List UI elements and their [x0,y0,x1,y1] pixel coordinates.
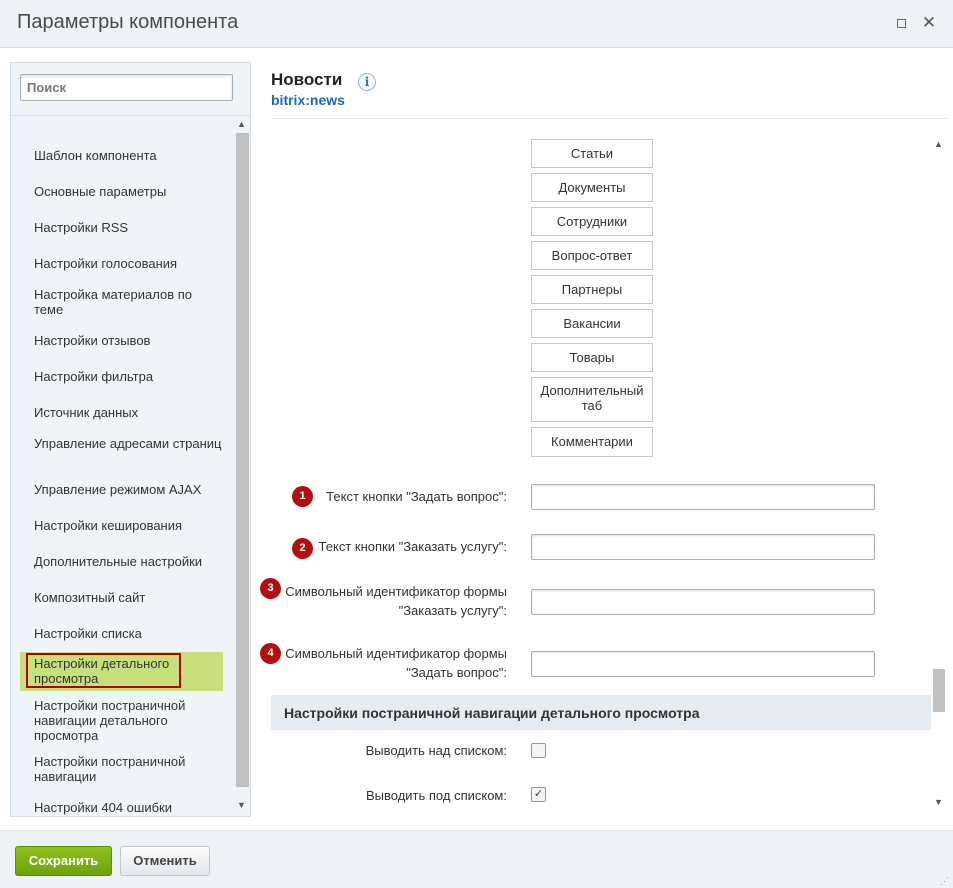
sidebar: Шаблон компонента Основные параметры Нас… [10,62,251,817]
tab-option[interactable]: Вакансии [531,309,653,338]
sidebar-item-pager[interactable]: Настройки постраничной навигации [20,754,223,784]
scroll-down-icon[interactable]: ▼ [237,800,246,810]
maximize-icon[interactable] [892,14,910,32]
component-code: bitrix:news [271,92,345,108]
search-input[interactable] [20,74,233,101]
sidebar-item-404[interactable]: Настройки 404 ошибки [20,800,223,815]
tab-option[interactable]: Партнеры [531,275,653,304]
sidebar-item-related[interactable]: Настройка материалов по теме [20,287,223,317]
sidebar-item-sef[interactable]: Управление адресами страниц [20,436,223,451]
resize-grip-icon[interactable]: ⋰ [940,876,950,886]
tab-option[interactable]: Товары [531,343,653,372]
sidebar-divider [11,115,250,116]
dialog-titlebar: Параметры компонента ✕ [0,0,953,48]
header-divider [271,118,948,119]
close-icon[interactable]: ✕ [920,14,938,32]
checkbox-label: Выводить под списком: [365,788,507,803]
ask-form-id-field[interactable] [531,651,875,677]
tab-option[interactable]: Вопрос-ответ [531,241,653,270]
tab-option[interactable]: Сотрудники [531,207,653,236]
sidebar-item-data-source[interactable]: Источник данных [20,405,223,420]
field-label: Символьный идентификатор формы "Заказать… [285,584,507,618]
sidebar-item-detail-pager[interactable]: Настройки постраничной навигации детальн… [20,698,223,743]
dialog-footer: Сохранить Отменить [0,830,953,888]
sidebar-item-list[interactable]: Настройки списка [20,626,223,641]
scrollbar-thumb[interactable] [236,133,249,787]
component-title: Новости [271,70,343,89]
sidebar-item-additional[interactable]: Дополнительные настройки [20,554,223,569]
sidebar-item-cache[interactable]: Настройки кеширования [20,518,223,533]
checkbox-label: Выводить над списком: [365,743,507,758]
ask-button-text-field[interactable] [531,484,875,510]
field-label: Текст кнопки "Задать вопрос": [326,489,507,504]
order-button-text-field[interactable] [531,534,875,560]
scrollbar-thumb[interactable] [933,669,945,712]
order-form-id-field[interactable] [531,589,875,615]
save-button[interactable]: Сохранить [15,846,112,876]
sidebar-item-detail[interactable]: Настройки детального просмотра [20,652,223,691]
scroll-up-icon[interactable]: ▲ [237,119,246,129]
sidebar-item-reviews[interactable]: Настройки отзывов [20,333,223,348]
sidebar-item-composite[interactable]: Композитный сайт [20,590,223,605]
section-title: Настройки постраничной навигации детальн… [271,695,931,730]
sidebar-scrollbar[interactable]: ▲ ▼ [235,119,249,816]
sidebar-item-filter[interactable]: Настройки фильтра [20,369,223,384]
scroll-down-icon[interactable]: ▼ [934,797,943,807]
sidebar-item-main-params[interactable]: Основные параметры [20,184,223,199]
sidebar-item-rss[interactable]: Настройки RSS [20,220,223,235]
sidebar-item-template[interactable]: Шаблон компонента [20,148,223,163]
field-label: Символьный идентификатор формы "Задать в… [285,646,507,680]
info-icon[interactable]: i [358,73,376,91]
main-scrollbar[interactable]: ▲ ▼ [932,136,946,817]
display-bottom-checkbox[interactable]: ✓ [531,787,546,802]
sidebar-item-ajax[interactable]: Управление режимом AJAX [20,482,223,497]
display-top-checkbox[interactable] [531,743,546,758]
tab-option[interactable]: Документы [531,173,653,202]
scroll-up-icon[interactable]: ▲ [934,139,943,149]
tab-option[interactable]: Комментарии [531,427,653,457]
selection-highlight [26,653,181,688]
tab-option[interactable]: Дополнительный таб [531,377,653,422]
cancel-button[interactable]: Отменить [120,846,210,876]
checkmark-icon: ✓ [533,788,544,800]
dialog-title: Параметры компонента [17,11,239,33]
sidebar-item-voting[interactable]: Настройки голосования [20,256,223,271]
field-label: Текст кнопки "Заказать услугу": [318,539,507,554]
tab-option[interactable]: Статьи [531,139,653,168]
